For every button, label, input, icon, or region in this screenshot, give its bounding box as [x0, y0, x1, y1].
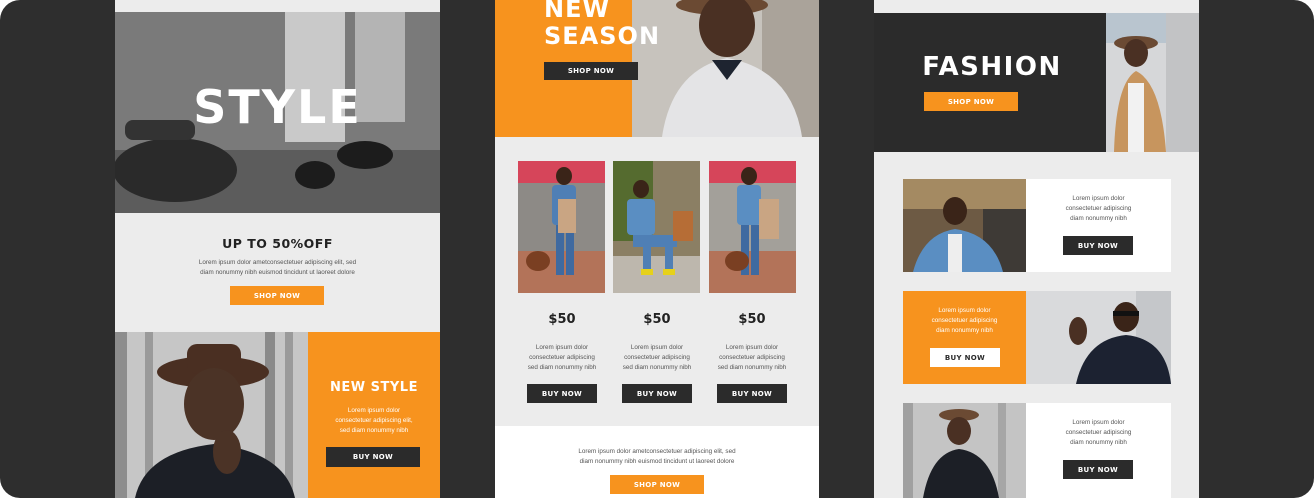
product-desc-2-line-2: consectetuer adipiscing	[624, 354, 690, 361]
row-1-text-line-2: consectetuer adipiscing	[1065, 205, 1132, 212]
shop-now-button[interactable]: SHOP NOW	[230, 286, 324, 305]
product-desc-3-line-1: Lorem ipsum dolor	[725, 344, 779, 351]
row-2-buy-now-button[interactable]: BUY NOW	[930, 348, 1000, 367]
row-2-text-line-2: consectetuer adipiscing	[931, 317, 998, 324]
new-style-line-3: sed diam nonummy nibh	[339, 427, 409, 434]
row-3-text-line-1: Lorem ipsum dolor	[1072, 419, 1125, 426]
product-photo-2	[613, 161, 700, 293]
promo-heading: UP TO 50%OFF	[222, 236, 333, 251]
new-style-line-1: Lorem ipsum dolor	[347, 407, 401, 414]
row-1-photo	[903, 179, 1026, 272]
row-1-text-line-3: diam nonummy nibh	[1070, 215, 1127, 222]
buy-now-button-3[interactable]: BUY NOW	[717, 384, 787, 403]
product-photo-3	[709, 161, 796, 293]
footer-text-line-1: Lorem ipsum dolor ametconsectetuer adipi…	[578, 448, 736, 455]
row-1-buy-now-button[interactable]: BUY NOW	[1063, 236, 1133, 255]
product-price-3: $50	[738, 312, 766, 327]
row-2-text-line-3: diam nonummy nibh	[936, 327, 993, 334]
promo-text-line-2: diam nonummy nibh euismod tincidunt ut l…	[200, 269, 355, 276]
man-in-hat-photo	[115, 332, 308, 498]
product-desc-3-line-2: consectetuer adipiscing	[719, 354, 785, 361]
product-photo-1	[518, 161, 605, 293]
product-desc-1-line-1: Lorem ipsum dolor	[535, 344, 589, 351]
buy-now-button-1[interactable]: BUY NOW	[527, 384, 597, 403]
buy-now-button[interactable]: BUY NOW	[326, 447, 420, 467]
hero-title-line-2: SEASON	[544, 22, 661, 50]
row-3-buy-now-button[interactable]: BUY NOW	[1063, 460, 1133, 479]
hero-shop-now-button[interactable]: SHOP NOW	[544, 62, 638, 80]
row-1-text-line-1: Lorem ipsum dolor	[1072, 195, 1125, 202]
app-frame: STYLE UP TO 50%OFF Lorem ipsum dolor ame…	[0, 0, 1314, 498]
product-price-2: $50	[643, 312, 671, 327]
email-template-style: STYLE UP TO 50%OFF Lorem ipsum dolor ame…	[115, 0, 440, 498]
hero-fashion-photo	[1106, 13, 1199, 152]
promo-text-line-1: Lorem ipsum dolor ametconsectetuer adipi…	[198, 259, 357, 266]
hero-title: STYLE	[193, 80, 362, 134]
row-3-text-line-2: consectetuer adipiscing	[1065, 429, 1132, 436]
new-style-line-2: consectetuer adipiscing elit,	[335, 417, 413, 424]
row-2-text-line-1: Lorem ipsum dolor	[938, 307, 991, 314]
product-desc-2-line-1: Lorem ipsum dolor	[630, 344, 684, 351]
row-3-text-line-3: diam nonummy nibh	[1070, 439, 1127, 446]
buy-now-button-2[interactable]: BUY NOW	[622, 384, 692, 403]
email-template-new-season: NEW SEASON SHOP NOW $50 Lorem ipsum dolo…	[495, 0, 819, 498]
new-style-heading: NEW STYLE	[330, 380, 418, 395]
product-desc-3-line-3: sed diam nonummy nibh	[717, 364, 787, 371]
hero-shop-now-button[interactable]: SHOP NOW	[924, 92, 1018, 111]
footer-text-line-2: diam nonummy nibh euismod tincidunt ut l…	[579, 458, 735, 465]
row-2-photo	[1026, 291, 1171, 384]
product-desc-1-line-3: sed diam nonummy nibh	[527, 364, 597, 371]
product-price-1: $50	[548, 312, 576, 327]
row-3-photo	[903, 403, 1026, 498]
footer-shop-now-button[interactable]: SHOP NOW	[610, 475, 704, 494]
product-desc-2-line-3: sed diam nonummy nibh	[622, 364, 692, 371]
email-template-fashion: FASHION SHOP NOW Lorem ipsum dolor conse…	[874, 0, 1199, 498]
hero-dark-block	[874, 13, 1106, 152]
hero-title: FASHION	[922, 52, 1062, 82]
product-desc-1-line-2: consectetuer adipiscing	[529, 354, 595, 361]
row-2-orange-card	[903, 291, 1026, 384]
row-1-card	[1026, 179, 1171, 272]
